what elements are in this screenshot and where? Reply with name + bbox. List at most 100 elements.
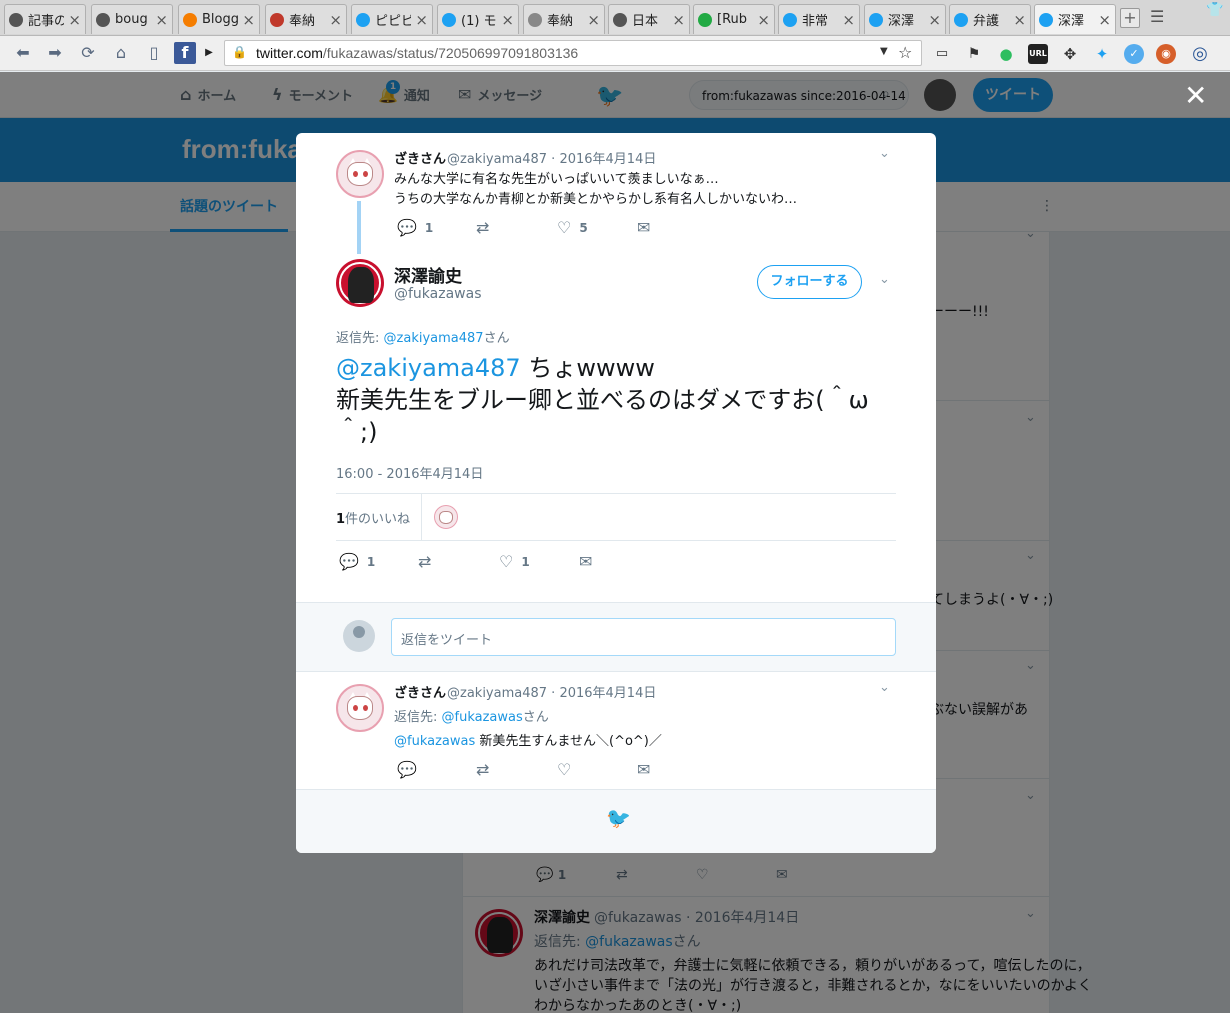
browser-tab[interactable]: [Rub × — [693, 4, 775, 34]
chevron-down-icon[interactable]: ⌄ — [879, 272, 890, 287]
check-extension-icon[interactable]: ✓ — [1124, 44, 1144, 64]
tweet-author-handle[interactable]: @fukazawas — [394, 286, 482, 302]
retweet-action[interactable]: ⇄ — [418, 552, 431, 571]
like-action[interactable]: ♡ 1 — [499, 552, 530, 571]
reply-to-context: 返信先: @zakiyama487さん — [336, 331, 510, 346]
browser-tab[interactable]: Blogg × — [178, 4, 260, 34]
reply-action[interactable]: 💬 1 — [339, 552, 375, 571]
new-tab-button[interactable]: + — [1120, 8, 1140, 28]
globe-extension-icon[interactable]: ◎ — [1190, 44, 1210, 64]
evernote-icon[interactable]: ● — [996, 44, 1016, 64]
reply-input[interactable]: 返信をツイート — [391, 618, 896, 656]
browser-tab[interactable]: 日本 × — [608, 4, 690, 34]
browser-tab[interactable]: 奉納 × — [523, 4, 605, 34]
close-tab-icon[interactable]: × — [155, 11, 168, 29]
tab-list-menu-icon[interactable]: ☰ — [1150, 8, 1166, 26]
bookmarks-overflow-icon[interactable]: ▶ — [202, 42, 216, 64]
envelope-icon: ✉ — [637, 218, 651, 237]
avatar[interactable] — [336, 684, 384, 732]
browser-tab[interactable]: 記事の × — [4, 4, 86, 34]
chevron-down-icon[interactable]: ⌄ — [879, 146, 890, 161]
close-tab-icon[interactable]: × — [68, 11, 81, 29]
back-arrow-icon[interactable]: ⬅ — [12, 42, 34, 64]
star-icon[interactable]: ☆ — [898, 43, 912, 62]
move-icon[interactable]: ✥ — [1060, 44, 1080, 64]
tab-title: (1) モ — [461, 14, 497, 29]
tab-title: 奉納 — [289, 14, 316, 29]
mention-link[interactable]: @zakiyama487 — [336, 354, 521, 382]
divider — [421, 494, 422, 540]
url-text[interactable]: twitter.com/fukazawas/status/72050699709… — [256, 45, 578, 61]
browser-tab[interactable]: 弁護 × — [949, 4, 1031, 34]
reply-action[interactable]: 💬 — [397, 760, 417, 779]
browser-tab[interactable]: (1) モ × — [437, 4, 519, 34]
dm-action[interactable]: ✉ — [579, 552, 592, 571]
close-tab-icon[interactable]: × — [242, 11, 255, 29]
fox-extension-icon[interactable]: ◉ — [1156, 44, 1176, 64]
browser-tab[interactable]: 非常 × — [778, 4, 860, 34]
close-tab-icon[interactable]: × — [757, 11, 770, 29]
close-tab-icon[interactable]: × — [587, 11, 600, 29]
dm-action[interactable]: ✉ — [637, 760, 650, 779]
lock-icon: 🔒 — [232, 45, 247, 59]
retweet-action[interactable]: ⇄ — [476, 760, 489, 779]
reply-icon: 💬 — [397, 218, 417, 237]
heart-icon: ♡ — [557, 760, 572, 779]
bookmark-icon[interactable]: ⚑ — [964, 44, 984, 64]
browser-tab[interactable]: 深澤 × — [1034, 4, 1116, 34]
tweet-author-name[interactable]: 深澤諭史 — [394, 262, 462, 287]
liker-avatar[interactable] — [434, 505, 458, 529]
url-dropdown-icon[interactable]: ▼ — [880, 46, 888, 57]
browser-tab[interactable]: ピピピ × — [351, 4, 433, 34]
chevron-down-icon[interactable]: ⌄ — [879, 680, 890, 695]
user-avatar — [343, 620, 375, 652]
close-tab-icon[interactable]: × — [928, 11, 941, 29]
like-action[interactable]: ♡ — [557, 760, 571, 779]
tab-favicon-icon — [954, 12, 968, 27]
close-tab-icon[interactable]: × — [329, 11, 342, 29]
url-shortener-icon[interactable]: URL — [1028, 44, 1048, 64]
close-tab-icon[interactable]: × — [842, 11, 855, 29]
reload-icon[interactable]: ⟳ — [77, 42, 99, 64]
forward-arrow-icon[interactable]: ➡ — [44, 42, 66, 64]
bookmark-bar-icon[interactable]: ▯ — [143, 42, 165, 64]
follow-button[interactable]: フォローする — [757, 265, 862, 299]
reply-action[interactable]: 💬 1 — [397, 218, 433, 237]
browser-tab[interactable]: 奉納 × — [265, 4, 347, 34]
tweet-timestamp[interactable]: 16:00 - 2016年4月14日 — [336, 463, 483, 482]
tab-favicon-icon — [528, 12, 542, 27]
tab-favicon-icon — [442, 12, 456, 27]
close-tab-icon[interactable]: × — [672, 11, 685, 29]
avatar[interactable] — [336, 150, 384, 198]
tweet-author-handle[interactable]: @zakiyama487 · 2016年4月14日 — [447, 682, 656, 701]
close-tab-icon[interactable]: × — [1013, 11, 1026, 29]
reading-list-icon[interactable]: ▭ — [932, 44, 952, 64]
tab-title: 深澤 — [888, 14, 915, 29]
retweet-action[interactable]: ⇄ — [476, 218, 489, 237]
tab-favicon-icon — [356, 12, 370, 27]
close-tab-icon[interactable]: × — [501, 11, 514, 29]
dm-action[interactable]: ✉ — [637, 218, 650, 237]
tweet-text: @fukazawas 新美先生すんません＼(^o^)／ — [394, 734, 662, 749]
mention-link[interactable]: @fukazawas — [394, 734, 475, 749]
shirt-icon[interactable]: 👕 — [1206, 2, 1223, 18]
close-icon[interactable]: ✕ — [1184, 82, 1207, 110]
tab-favicon-icon — [783, 12, 797, 27]
close-tab-icon[interactable]: × — [1098, 11, 1111, 29]
thread-connector — [357, 201, 361, 254]
tab-favicon-icon — [9, 12, 23, 27]
home-icon[interactable]: ⌂ — [110, 42, 132, 64]
browser-tab[interactable]: boug × — [91, 4, 173, 34]
tab-favicon-icon — [270, 12, 284, 27]
close-tab-icon[interactable]: × — [415, 11, 428, 29]
tweet-author-handle[interactable]: @zakiyama487 · 2016年4月14日 — [447, 148, 656, 167]
like-action[interactable]: ♡ 5 — [557, 218, 588, 237]
tweet-author-name[interactable]: ざきさん — [394, 682, 446, 701]
bird-extension-icon[interactable]: ✦ — [1092, 44, 1112, 64]
likes-stat[interactable]: 1件のいいね — [336, 508, 410, 527]
avatar[interactable] — [336, 259, 384, 307]
facebook-icon[interactable]: f — [174, 42, 196, 64]
browser-tab[interactable]: 深澤 × — [864, 4, 946, 34]
tweet-author-name[interactable]: ざきさん — [394, 148, 446, 167]
tab-favicon-icon — [613, 12, 627, 27]
